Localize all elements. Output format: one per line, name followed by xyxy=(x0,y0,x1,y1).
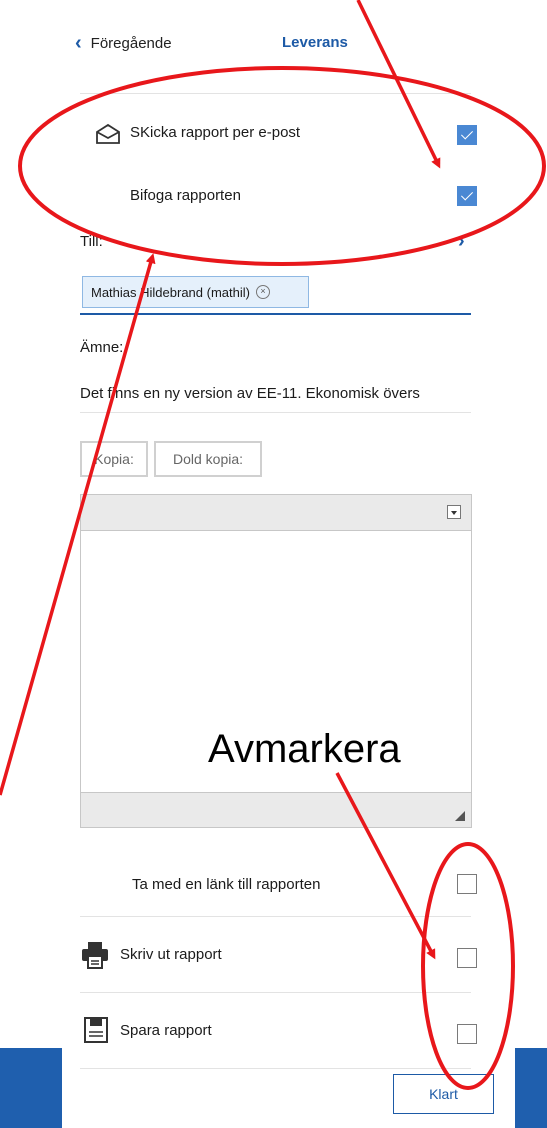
divider xyxy=(80,1068,471,1069)
envelope-open-icon xyxy=(96,123,120,144)
annotation-text: Avmarkera xyxy=(208,727,401,771)
subject-underline xyxy=(80,412,471,413)
send-email-checkbox[interactable] xyxy=(457,125,477,145)
background-band-left xyxy=(0,1048,62,1128)
chevron-left-icon: ‹ xyxy=(75,32,82,54)
attach-report-checkbox[interactable] xyxy=(457,186,477,206)
remove-recipient-icon[interactable]: × xyxy=(255,285,270,299)
chevron-right-icon[interactable]: › xyxy=(458,230,465,253)
printer-icon xyxy=(82,942,108,969)
message-editor[interactable] xyxy=(80,494,472,828)
send-email-label: SKicka rapport per e-post xyxy=(130,124,301,141)
editor-statusbar xyxy=(81,792,471,827)
include-link-label: Ta med en länk till rapporten xyxy=(132,876,321,893)
print-report-label: Skriv ut rapport xyxy=(120,946,222,963)
print-report-checkbox[interactable] xyxy=(457,948,477,968)
back-button[interactable]: ‹ Föregående xyxy=(75,33,172,53)
to-label: Till: xyxy=(80,233,103,250)
done-button[interactable]: Klart xyxy=(393,1074,494,1114)
to-field-underline xyxy=(80,313,471,315)
cc-button[interactable]: Kopia: xyxy=(80,441,148,477)
save-report-checkbox[interactable] xyxy=(457,1024,477,1044)
subject-label: Ämne: xyxy=(80,339,124,356)
divider xyxy=(80,992,471,993)
divider xyxy=(80,916,471,917)
delivery-panel: ‹ Föregående Leverans SKicka rapport per… xyxy=(62,0,515,1128)
background-band-right xyxy=(515,1048,547,1128)
save-report-label: Spara rapport xyxy=(120,1022,212,1039)
divider xyxy=(80,93,471,94)
recipient-chip[interactable]: Mathias Hildebrand (mathil) × xyxy=(82,276,309,308)
recipient-name: Mathias Hildebrand (mathil) xyxy=(91,284,250,300)
save-disk-icon xyxy=(84,1017,108,1043)
subject-input[interactable]: Det finns en ny version av EE-11. Ekonom… xyxy=(80,385,471,402)
page-title: Leverans xyxy=(282,34,348,51)
resize-grip-icon[interactable] xyxy=(455,811,465,821)
attach-report-label: Bifoga rapporten xyxy=(130,187,241,204)
dropdown-icon[interactable] xyxy=(447,505,461,519)
include-link-checkbox[interactable] xyxy=(457,874,477,894)
back-label: Föregående xyxy=(90,34,172,52)
editor-toolbar xyxy=(81,495,471,531)
bcc-button[interactable]: Dold kopia: xyxy=(154,441,262,477)
